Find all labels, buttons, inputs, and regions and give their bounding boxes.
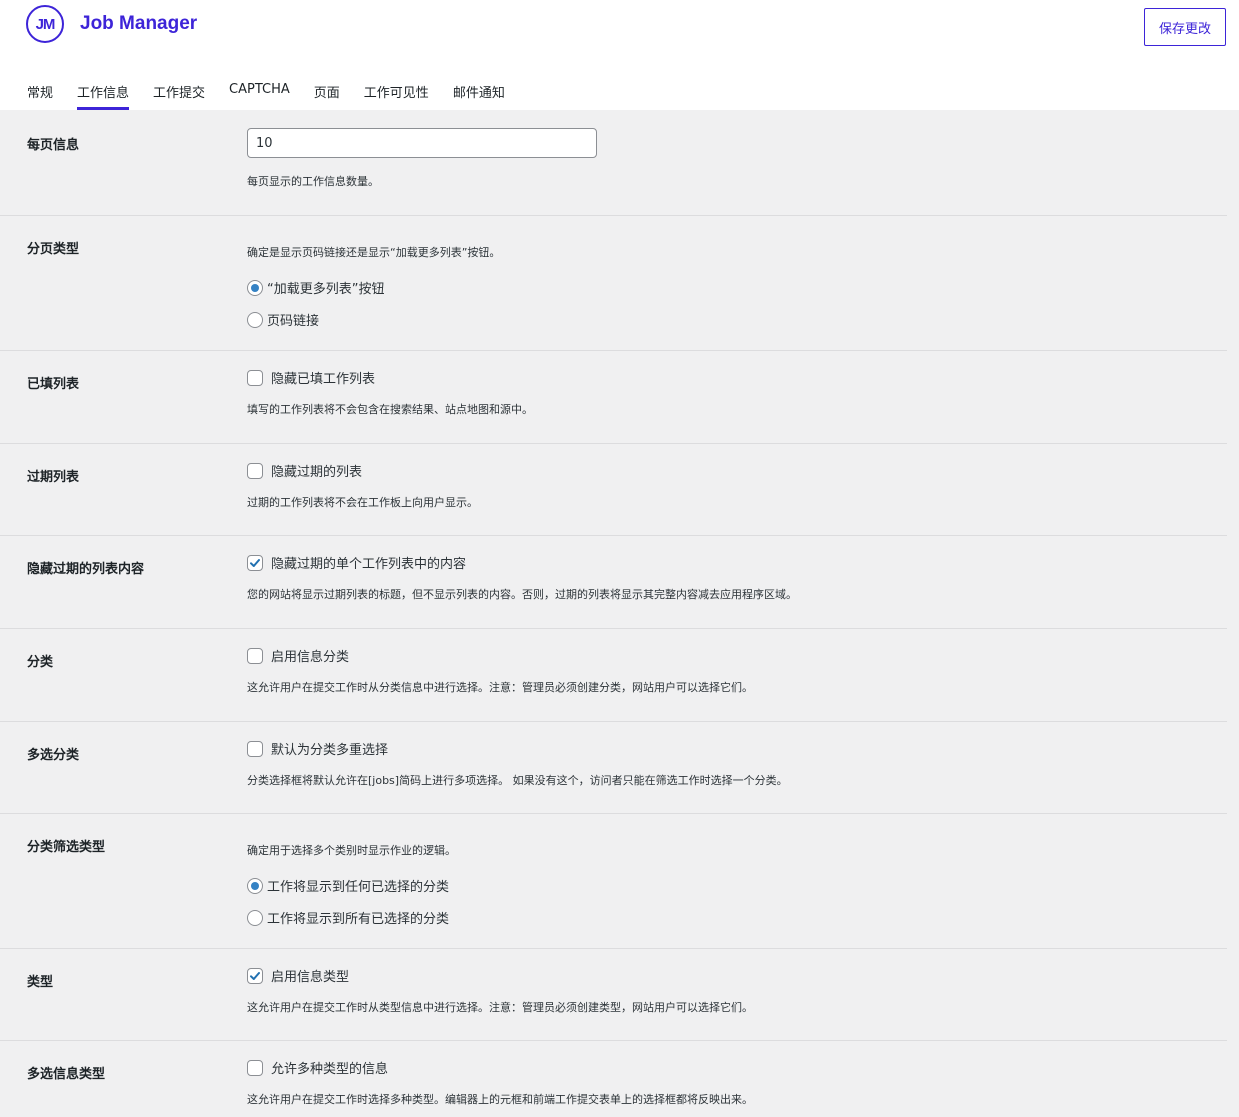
radio-selected-dot (251, 283, 259, 292)
radio-button[interactable] (247, 279, 263, 296)
hide-expired-option[interactable]: 隐藏过期的列表 (247, 461, 478, 480)
setting-row-category-filter: 分类筛选类型 确定用于选择多个类别时显示作业的逻辑。 工作将显示到任何已选择的分… (0, 814, 1227, 949)
settings-form: 每页信息 每页显示的工作信息数量。 分页类型 确定是显示页码链接还是显示“加载更… (0, 110, 1239, 1117)
brand-name: Job Manager (80, 13, 198, 34)
multi-type-option[interactable]: 允许多种类型的信息 (247, 1058, 753, 1077)
radio-selected-dot (251, 881, 259, 890)
multi-type-checkbox[interactable] (247, 1059, 263, 1076)
radio-button[interactable] (247, 909, 263, 926)
checkbox-label: 启用信息分类 (271, 650, 350, 665)
setting-body: 确定是显示页码链接还是显示“加载更多列表”按钮。 “加载更多列表”按钮 页码链接 (247, 244, 500, 329)
radio-label: 页码链接 (267, 314, 320, 329)
multi-category-option[interactable]: 默认为分类多重选择 (247, 739, 788, 758)
setting-label: 每页信息 (27, 138, 80, 153)
setting-row-per-page: 每页信息 每页显示的工作信息数量。 (0, 110, 1227, 216)
setting-body: 启用信息分类 这允许用户在提交工作时从分类信息中进行选择。注意：管理员必须创建分… (247, 646, 753, 695)
setting-row-pagination: 分页类型 确定是显示页码链接还是显示“加载更多列表”按钮。 “加载更多列表”按钮… (0, 216, 1227, 351)
logo-text: JM (35, 15, 56, 33)
setting-row-expired: 过期列表 隐藏过期的列表 过期的工作列表将不会在工作板上向用户显示。 (0, 444, 1227, 536)
radio-label: “加载更多列表”按钮 (267, 282, 385, 297)
setting-body: 默认为分类多重选择 分类选择框将默认允许在[jobs]简码上进行多项选择。 如果… (247, 739, 788, 788)
setting-description: 过期的工作列表将不会在工作板上向用户显示。 (247, 496, 478, 509)
checkbox-label: 默认为分类多重选择 (271, 743, 389, 758)
radio-option-page-links[interactable]: 页码链接 (247, 310, 500, 329)
setting-body: 隐藏过期的列表 过期的工作列表将不会在工作板上向用户显示。 (247, 461, 478, 510)
radio-button[interactable] (247, 311, 263, 328)
setting-description: 确定用于选择多个类别时显示作业的逻辑。 (247, 844, 456, 857)
enable-types-checkbox[interactable] (247, 967, 263, 984)
checkbox-label: 隐藏过期的列表 (271, 465, 363, 480)
setting-body: 确定用于选择多个类别时显示作业的逻辑。 工作将显示到任何已选择的分类 工作将显示… (247, 842, 456, 927)
tab-email-notifications[interactable]: 邮件通知 (453, 79, 505, 110)
setting-label: 类型 (27, 975, 54, 990)
setting-row-multi-type: 多选信息类型 允许多种类型的信息 这允许用户在提交工作时选择多种类型。编辑器上的… (0, 1041, 1227, 1117)
enable-categories-checkbox[interactable] (247, 647, 263, 664)
logo-icon: JM (26, 5, 64, 43)
radio-label: 工作将显示到所有已选择的分类 (267, 912, 450, 927)
setting-row-multi-category: 多选分类 默认为分类多重选择 分类选择框将默认允许在[jobs]简码上进行多项选… (0, 722, 1227, 814)
multi-category-checkbox[interactable] (247, 740, 263, 757)
setting-label: 已填列表 (27, 377, 80, 392)
setting-description: 这允许用户在提交工作时从分类信息中进行选择。注意：管理员必须创建分类，网站用户可… (247, 681, 753, 694)
radio-option-all-categories[interactable]: 工作将显示到所有已选择的分类 (247, 908, 456, 927)
checkbox-label: 允许多种类型的信息 (271, 1062, 389, 1077)
setting-description: 每页显示的工作信息数量。 (247, 175, 379, 188)
setting-description: 这允许用户在提交工作时选择多种类型。编辑器上的元框和前端工作提交表单上的选择框都… (247, 1093, 753, 1106)
setting-label: 多选分类 (27, 748, 80, 763)
radio-button[interactable] (247, 877, 263, 894)
setting-body: 允许多种类型的信息 这允许用户在提交工作时选择多种类型。编辑器上的元框和前端工作… (247, 1058, 753, 1107)
hide-expired-content-option[interactable]: 隐藏过期的单个工作列表中的内容 (247, 553, 797, 572)
tab-pages[interactable]: 页面 (314, 79, 340, 110)
setting-description: 确定是显示页码链接还是显示“加载更多列表”按钮。 (247, 246, 501, 259)
setting-label: 分页类型 (27, 242, 80, 257)
save-changes-button[interactable]: 保存更改 (1144, 8, 1226, 46)
setting-row-types: 类型 启用信息类型 这允许用户在提交工作时从类型信息中进行选择。注意：管理员必须… (0, 949, 1227, 1041)
checkbox-label: 隐藏过期的单个工作列表中的内容 (271, 557, 467, 572)
listings-per-page-input[interactable] (247, 128, 597, 158)
setting-label: 过期列表 (27, 470, 80, 485)
header-bar: JM Job Manager 保存更改 常规 工作信息 工作提交 CAPTCHA… (0, 0, 1239, 110)
setting-description: 填写的工作列表将不会包含在搜索结果、站点地图和源中。 (247, 403, 533, 416)
checkbox-label: 隐藏已填工作列表 (271, 372, 376, 387)
radio-option-load-more[interactable]: “加载更多列表”按钮 (247, 278, 500, 297)
hide-filled-option[interactable]: 隐藏已填工作列表 (247, 368, 533, 387)
setting-body: 隐藏已填工作列表 填写的工作列表将不会包含在搜索结果、站点地图和源中。 (247, 368, 533, 417)
radio-label: 工作将显示到任何已选择的分类 (267, 880, 450, 895)
setting-description: 分类选择框将默认允许在[jobs]简码上进行多项选择。 如果没有这个，访问者只能… (247, 774, 788, 787)
setting-label: 隐藏过期的列表内容 (27, 562, 145, 577)
hide-filled-checkbox[interactable] (247, 369, 263, 386)
checkmark-icon (250, 558, 260, 567)
setting-label: 多选信息类型 (27, 1067, 106, 1082)
setting-description: 这允许用户在提交工作时从类型信息中进行选择。注意：管理员必须创建类型，网站用户可… (247, 1001, 753, 1014)
tab-bar: 常规 工作信息 工作提交 CAPTCHA 页面 工作可见性 邮件通知 (27, 79, 529, 110)
checkmark-icon (250, 971, 260, 980)
tab-job-listings[interactable]: 工作信息 (77, 79, 130, 110)
enable-categories-option[interactable]: 启用信息分类 (247, 646, 753, 665)
checkbox-label: 启用信息类型 (271, 970, 350, 985)
setting-body: 隐藏过期的单个工作列表中的内容 您的网站将显示过期列表的标题，但不显示列表的内容… (247, 553, 797, 602)
tab-job-submission[interactable]: 工作提交 (153, 79, 205, 110)
setting-label: 分类 (27, 655, 54, 670)
hide-expired-content-checkbox[interactable] (247, 554, 263, 571)
setting-body: 每页显示的工作信息数量。 (247, 128, 597, 189)
brand: JM Job Manager (26, 5, 197, 43)
setting-row-filled: 已填列表 隐藏已填工作列表 填写的工作列表将不会包含在搜索结果、站点地图和源中。 (0, 351, 1227, 444)
radio-option-any-category[interactable]: 工作将显示到任何已选择的分类 (247, 876, 456, 895)
tab-job-visibility[interactable]: 工作可见性 (364, 79, 429, 110)
enable-types-option[interactable]: 启用信息类型 (247, 966, 753, 985)
setting-label: 分类筛选类型 (27, 840, 106, 855)
hide-expired-checkbox[interactable] (247, 462, 263, 479)
setting-description: 您的网站将显示过期列表的标题，但不显示列表的内容。否则，过期的列表将显示其完整内… (247, 588, 797, 601)
tab-general[interactable]: 常规 (27, 79, 53, 110)
setting-body: 启用信息类型 这允许用户在提交工作时从类型信息中进行选择。注意：管理员必须创建类… (247, 966, 753, 1015)
tab-captcha[interactable]: CAPTCHA (229, 79, 290, 110)
setting-row-expired-content: 隐藏过期的列表内容 隐藏过期的单个工作列表中的内容 您的网站将显示过期列表的标题… (0, 536, 1227, 629)
setting-row-categories: 分类 启用信息分类 这允许用户在提交工作时从分类信息中进行选择。注意：管理员必须… (0, 629, 1227, 722)
